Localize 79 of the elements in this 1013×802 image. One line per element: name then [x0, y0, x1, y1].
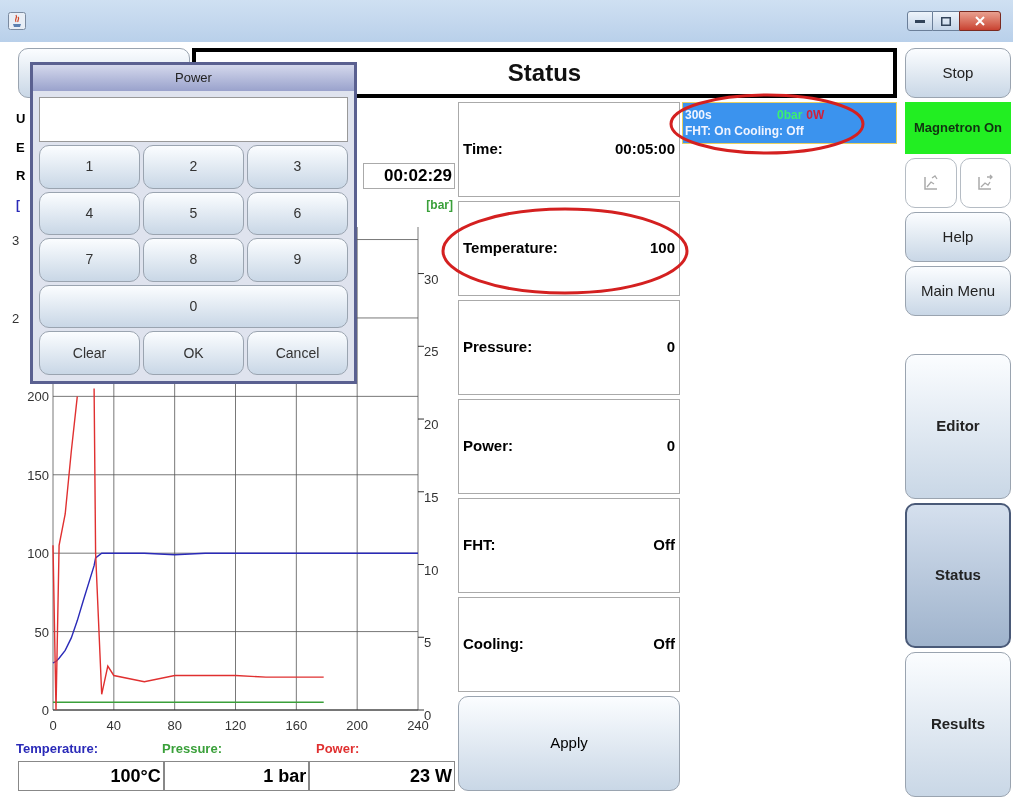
axis-label: 0 — [41, 703, 49, 718]
axis-label: 3 — [12, 232, 20, 248]
axis-label: 80 — [167, 718, 182, 733]
cell-label: Power: — [463, 436, 513, 457]
cell-value: Off — [653, 535, 675, 556]
axis-unit: [ — [16, 197, 20, 214]
axis-label: 200 — [346, 718, 368, 733]
field-label: R — [16, 167, 26, 186]
close-icon — [975, 16, 985, 26]
field-label: E — [16, 139, 25, 158]
axis-label: 200 — [27, 389, 49, 405]
cell-value: 0 — [666, 436, 675, 457]
dialog-title: Power — [33, 65, 354, 91]
legend-label: Pressure: — [162, 740, 223, 759]
cell-label: Cooling: — [463, 634, 524, 655]
nav-button[interactable]: Results — [905, 652, 1011, 797]
keypad-button[interactable]: 7 — [39, 238, 140, 282]
maximize-icon — [941, 16, 951, 26]
nav-button[interactable]: Status — [905, 503, 1011, 648]
axis-label: 120 — [224, 718, 247, 733]
cell-value: 00:05:00 — [614, 139, 675, 160]
axis-label: 30 — [424, 271, 439, 287]
summary-power: 0W — [806, 107, 825, 123]
status-indicator: Magnetron On — [905, 102, 1011, 154]
cell-value: Off — [653, 634, 675, 655]
axis-label: 40 — [106, 718, 122, 733]
minimize-button[interactable] — [907, 11, 933, 31]
keypad-button[interactable]: 8 — [143, 238, 244, 282]
axis-label: 0 — [49, 718, 57, 733]
reading-field: 1 bar — [163, 761, 310, 791]
chart-import-icon — [976, 174, 995, 192]
keypad-button[interactable]: OK — [143, 331, 244, 375]
side-button[interactable]: Stop — [905, 48, 1011, 98]
keypad-button[interactable]: Clear — [39, 331, 140, 375]
app-icon — [8, 12, 26, 30]
summary-pressure: 0bar — [777, 107, 803, 123]
cell-label: Time: — [463, 139, 503, 160]
axis-label: 50 — [34, 624, 49, 640]
axis-label: 25 — [424, 344, 439, 360]
cell-label: Pressure: — [463, 337, 533, 358]
keypad-button[interactable]: 9 — [247, 238, 348, 282]
close-button[interactable] — [959, 11, 1001, 31]
summary-time: 300s — [685, 107, 713, 123]
cell-value: 100 — [649, 238, 675, 259]
reading-field: 100°C — [18, 761, 164, 791]
axis-label: 10 — [424, 562, 439, 578]
cell-label: Temperature: — [463, 238, 558, 259]
side-button[interactable]: Help — [905, 212, 1011, 262]
field-label: U — [16, 110, 26, 129]
reading-field: 23 W — [309, 761, 455, 791]
axis-label: 5 — [424, 635, 432, 651]
summary-status: FHT: On Cooling: Off — [685, 123, 805, 139]
elapsed-time: 00:02:29 — [363, 163, 455, 189]
legend-label: Power: — [315, 740, 360, 759]
cell-value: 0 — [666, 337, 675, 358]
keypad-button[interactable]: 0 — [39, 284, 348, 329]
axis-unit: [bar] — [426, 197, 453, 214]
minimize-icon — [915, 19, 925, 23]
axis-label: 2 — [12, 310, 20, 326]
input-field[interactable] — [39, 97, 348, 142]
apply-button[interactable]: Apply — [458, 696, 680, 791]
keypad-button[interactable]: 5 — [143, 191, 244, 236]
keypad-button[interactable]: 6 — [247, 191, 348, 236]
keypad-button[interactable]: 4 — [39, 191, 140, 236]
axis-label: 15 — [424, 489, 439, 505]
keypad-button[interactable]: 3 — [247, 145, 348, 189]
cell-label: FHT: — [463, 535, 496, 556]
axis-label: 160 — [285, 718, 308, 733]
keypad-button[interactable]: Cancel — [247, 331, 348, 375]
axis-label: 20 — [424, 417, 439, 433]
nav-button[interactable]: Editor — [905, 354, 1011, 499]
keypad-button[interactable]: 2 — [143, 145, 244, 189]
maximize-button[interactable] — [933, 11, 959, 31]
axis-label: 150 — [27, 467, 49, 483]
axis-label: 100 — [27, 546, 49, 562]
chart-export-icon — [921, 174, 940, 192]
legend-label: Temperature: — [16, 740, 100, 759]
keypad-button[interactable]: 1 — [39, 145, 140, 189]
side-button[interactable]: Main Menu — [905, 266, 1011, 316]
